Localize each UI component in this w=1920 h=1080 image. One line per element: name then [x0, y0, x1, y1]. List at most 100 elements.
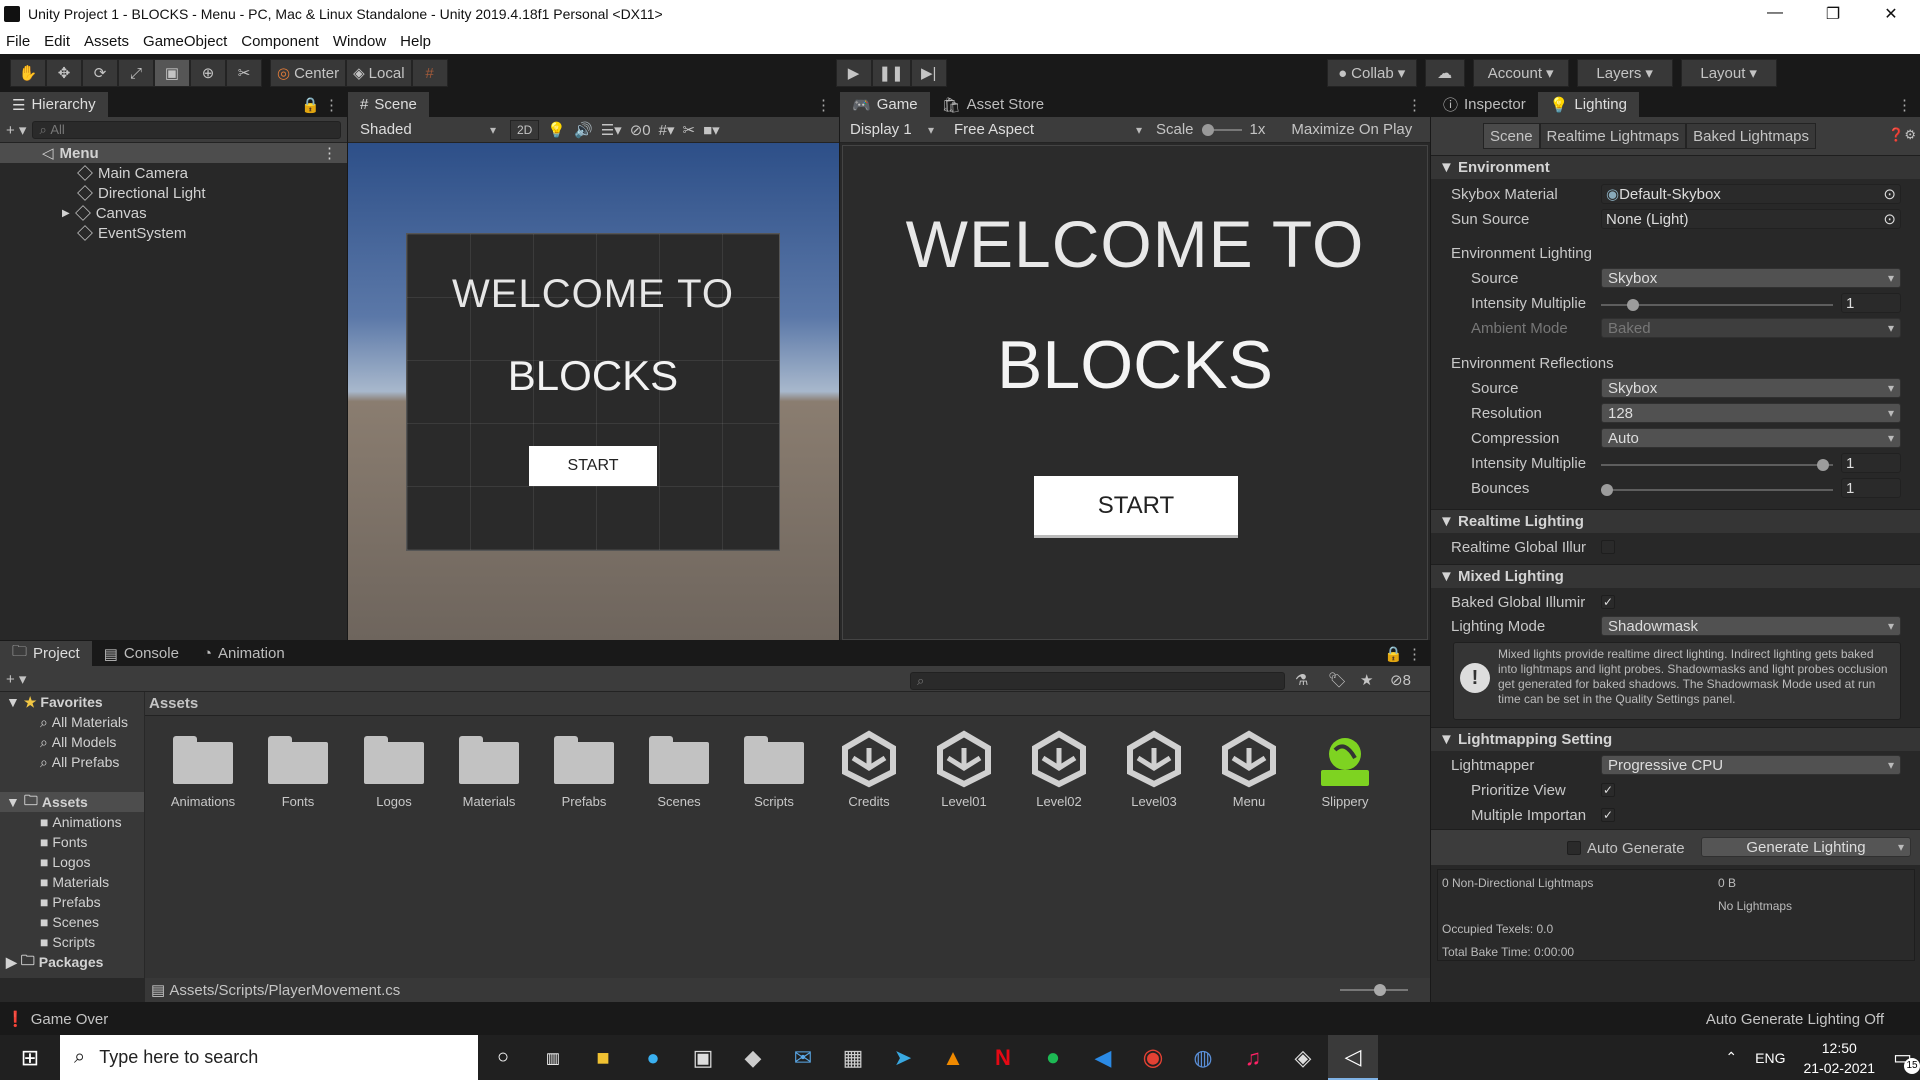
asset-scene-level02[interactable]: Level02	[1019, 730, 1099, 809]
tab-animation[interactable]: ◔ Animation	[191, 641, 297, 666]
object-picker-icon[interactable]: ⊙	[1883, 185, 1896, 203]
asset-scene-level03[interactable]: Level03	[1114, 730, 1194, 809]
layout-dropdown[interactable]: Layout ▾	[1680, 59, 1777, 87]
lightmapping-header[interactable]: ▼ Lightmapping Setting	[1431, 727, 1920, 751]
panel-menu-icon[interactable]: 🔒 ⋮	[301, 96, 339, 114]
asset-folder-scenes[interactable]: Scenes	[639, 736, 719, 809]
realtime-lighting-header[interactable]: ▼ Realtime Lighting	[1431, 509, 1920, 533]
layers-dropdown[interactable]: Layers ▾	[1576, 59, 1673, 87]
refl-source-dropdown[interactable]: Skybox	[1601, 378, 1901, 398]
tab-game[interactable]: 🎮 Game	[840, 92, 930, 117]
pivot-center-button[interactable]: ◎ Center	[270, 59, 347, 87]
help-settings-icon[interactable]: ❓⚙	[1888, 127, 1916, 143]
tab-console[interactable]: ▤ Console	[92, 641, 191, 666]
game-canvas[interactable]: WELCOME TO BLOCKS START	[842, 145, 1428, 640]
account-dropdown[interactable]: Account ▾	[1472, 59, 1569, 87]
tray-arrow-icon[interactable]: ⌃	[1725, 1049, 1737, 1066]
telegram-icon[interactable]: ➤	[878, 1035, 928, 1080]
menu-component[interactable]: Component	[241, 33, 319, 50]
itunes-icon[interactable]: ♫	[1228, 1035, 1278, 1080]
tree-folder-logos[interactable]: ■ Logos	[0, 852, 144, 872]
pause-button[interactable]: ❚❚	[871, 59, 911, 87]
auto-generate-checkbox[interactable]	[1567, 841, 1581, 855]
unity-editor-icon[interactable]: ◁	[1328, 1035, 1378, 1080]
file-explorer-icon[interactable]: ■	[578, 1035, 628, 1080]
language-indicator[interactable]: ENG	[1755, 1050, 1785, 1066]
scene-menu-icon[interactable]: ⋮	[322, 144, 337, 162]
hidden-packages-icon[interactable]: ⊘8	[1390, 671, 1411, 689]
hierarchy-search-input[interactable]: ⌕ All	[32, 120, 341, 139]
fav-all-prefabs[interactable]: ⌕ All Prefabs	[0, 752, 144, 772]
lighting-toggle-icon[interactable]: 💡	[547, 121, 566, 139]
icon-size-slider[interactable]	[1340, 984, 1408, 996]
hierarchy-item-main-camera[interactable]: Main Camera	[0, 163, 347, 183]
grid-toggle-icon[interactable]: #▾	[659, 121, 675, 139]
move-tool-icon[interactable]: ✥	[46, 59, 82, 87]
baked-gi-checkbox[interactable]: ✓	[1601, 595, 1615, 609]
asset-folder-scripts[interactable]: Scripts	[734, 736, 814, 809]
scale-slider-knob[interactable]	[1201, 123, 1214, 136]
step-button[interactable]: ▶|	[910, 59, 947, 87]
chrome-icon[interactable]: ◉	[1128, 1035, 1178, 1080]
tab-project[interactable]: 🗀 Project	[0, 641, 92, 666]
menu-assets[interactable]: Assets	[84, 33, 129, 50]
subtab-scene[interactable]: Scene	[1483, 123, 1540, 149]
game-panel-menu-icon[interactable]: ⋮	[1407, 96, 1422, 114]
tree-folder-scripts[interactable]: ■ Scripts	[0, 932, 144, 952]
mixed-lighting-header[interactable]: ▼ Mixed Lighting	[1431, 564, 1920, 588]
predator-icon[interactable]: ◆	[728, 1035, 778, 1080]
grid-snap-icon[interactable]: #	[411, 59, 448, 87]
custom-tool-icon[interactable]: ✂	[226, 59, 262, 87]
lighting-panel-menu-icon[interactable]: ⋮	[1897, 96, 1912, 114]
qbittorrent-icon[interactable]: ◍	[1178, 1035, 1228, 1080]
tree-folder-materials[interactable]: ■ Materials	[0, 872, 144, 892]
spotify-icon[interactable]: ●	[1028, 1035, 1078, 1080]
subtab-realtime-lightmaps[interactable]: Realtime Lightmaps	[1539, 123, 1687, 149]
status-message[interactable]: Game Over	[31, 1011, 109, 1028]
tree-folder-scenes[interactable]: ■ Scenes	[0, 912, 144, 932]
hierarchy-item-directional-light[interactable]: Directional Light	[0, 183, 347, 203]
filter-by-type-icon[interactable]: ⚗	[1295, 671, 1308, 689]
cloud-icon[interactable]: ☁	[1424, 59, 1465, 87]
asset-folder-prefabs[interactable]: Prefabs	[544, 736, 624, 809]
scene-canvas[interactable]: WELCOME TO BLOCKS START	[348, 143, 839, 640]
maximize-on-play-toggle[interactable]: Maximize On Play	[1291, 121, 1412, 138]
tools-icon[interactable]: ✂	[683, 121, 696, 139]
refl-intensity-knob[interactable]	[1817, 459, 1829, 471]
minimize-icon[interactable]: —	[1746, 4, 1804, 24]
object-picker-icon[interactable]: ⊙	[1883, 210, 1896, 228]
tree-folder-animations[interactable]: ■ Animations	[0, 812, 144, 832]
expand-arrow-icon[interactable]: ▶	[62, 208, 70, 219]
project-search-input[interactable]: ⌕	[910, 672, 1285, 690]
tab-lighting[interactable]: 💡 Lighting	[1537, 92, 1639, 117]
env-intensity-slider[interactable]	[1601, 299, 1833, 311]
resolution-dropdown[interactable]: 128	[1601, 403, 1901, 423]
menu-file[interactable]: File	[6, 33, 30, 50]
hierarchy-item-canvas[interactable]: ▶ Canvas	[0, 203, 347, 223]
assets-row[interactable]: ▼ 🗀 Assets	[0, 792, 144, 812]
asset-folder-animations[interactable]: Animations	[163, 736, 243, 809]
tree-folder-fonts[interactable]: ■ Fonts	[0, 832, 144, 852]
mode-2d-toggle[interactable]: 2D	[510, 119, 540, 140]
create-icon[interactable]: + ▾	[6, 670, 26, 688]
scale-slider[interactable]	[1201, 123, 1242, 136]
pivot-local-button[interactable]: ◈ Local	[346, 59, 412, 87]
hidden-objects-icon[interactable]: ⊘0	[630, 121, 651, 139]
project-panel-menu-icon[interactable]: 🔒 ⋮	[1384, 645, 1422, 663]
asset-scene-credits[interactable]: Credits	[829, 730, 909, 809]
collab-dropdown[interactable]: ● Collab ▾	[1326, 59, 1417, 87]
bounces-knob[interactable]	[1601, 484, 1613, 496]
aspect-dropdown[interactable]: Free Aspect	[948, 119, 1148, 140]
packages-row[interactable]: ▶ 🗀 Packages	[0, 952, 144, 972]
device-icon[interactable]: ▦	[828, 1035, 878, 1080]
generate-lighting-button[interactable]: Generate Lighting	[1701, 837, 1911, 857]
bounces-field[interactable]: 1	[1841, 478, 1901, 498]
hierarchy-scene-row[interactable]: ◁ Menu ⋮	[0, 143, 347, 163]
display-dropdown[interactable]: Display 1	[844, 119, 940, 140]
task-view-icon[interactable]: ▥	[528, 1035, 578, 1080]
menu-gameobject[interactable]: GameObject	[143, 33, 227, 50]
asset-scene-menu[interactable]: Menu	[1209, 730, 1289, 809]
hierarchy-item-eventsystem[interactable]: EventSystem	[0, 223, 347, 243]
filter-by-label-icon[interactable]: 🏷	[1328, 671, 1347, 689]
rect-tool-icon[interactable]: ▣	[154, 59, 190, 87]
